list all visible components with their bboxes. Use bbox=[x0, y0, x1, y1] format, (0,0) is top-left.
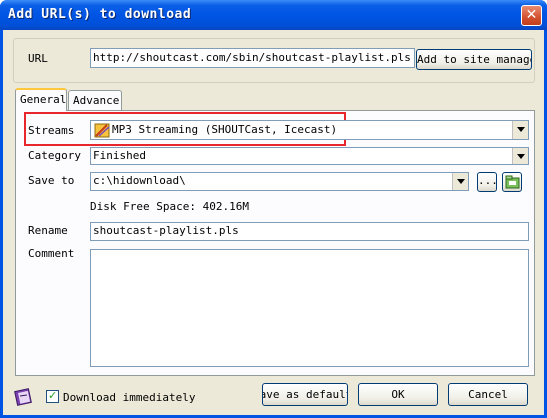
streams-select[interactable]: MP3 Streaming (SHOUTCast, Icecast) bbox=[90, 120, 529, 140]
save-to-select[interactable]: c:\hidownload\ bbox=[90, 172, 469, 191]
close-icon[interactable]: ✕ bbox=[521, 5, 542, 26]
dropdown-arrow-icon[interactable] bbox=[512, 121, 528, 139]
book-icon[interactable] bbox=[14, 387, 34, 407]
window-title: Add URL(s) to download bbox=[8, 7, 192, 22]
url-input[interactable]: http://shoutcast.com/sbin/shoutcast-play… bbox=[90, 48, 415, 68]
category-select[interactable]: Finished bbox=[90, 147, 529, 165]
dialog-body: URL http://shoutcast.com/sbin/shoutcast-… bbox=[3, 30, 544, 415]
ok-button[interactable]: OK bbox=[358, 383, 438, 406]
streams-value: MP3 Streaming (SHOUTCast, Icecast) bbox=[112, 123, 338, 136]
dropdown-arrow-icon[interactable] bbox=[452, 173, 468, 190]
category-value: Finished bbox=[93, 149, 146, 162]
tab-advance[interactable]: Advance bbox=[68, 90, 122, 110]
cancel-button[interactable]: Cancel bbox=[448, 383, 528, 406]
download-immediately-checkbox[interactable] bbox=[46, 389, 59, 403]
open-folder-button[interactable] bbox=[502, 172, 522, 192]
disk-free-space: Disk Free Space: 402.16M bbox=[90, 200, 249, 213]
browse-button[interactable]: ... bbox=[477, 172, 497, 192]
save-as-default-button[interactable]: Save as default bbox=[262, 383, 348, 406]
save-to-label: Save to bbox=[28, 174, 75, 187]
streams-label: Streams bbox=[28, 124, 75, 137]
add-to-site-manager-button[interactable]: Add to site manager bbox=[416, 49, 532, 70]
tab-general[interactable]: General bbox=[15, 88, 67, 111]
rename-value: shoutcast-playlist.pls bbox=[93, 224, 239, 237]
rename-label: Rename bbox=[28, 224, 68, 237]
stream-icon bbox=[94, 123, 110, 138]
url-value: http://shoutcast.com/sbin/shoutcast-play… bbox=[93, 51, 411, 64]
add-url-dialog: Add URL(s) to download ✕ URL http://shou… bbox=[0, 0, 547, 418]
save-to-value: c:\hidownload\ bbox=[93, 174, 186, 187]
title-bar: Add URL(s) to download ✕ bbox=[0, 0, 547, 30]
category-label: Category bbox=[28, 149, 81, 162]
download-immediately-label[interactable]: Download immediately bbox=[63, 391, 195, 404]
comment-textarea[interactable] bbox=[90, 249, 529, 367]
rename-input[interactable]: shoutcast-playlist.pls bbox=[90, 222, 529, 241]
folder-icon bbox=[505, 175, 520, 189]
url-label: URL bbox=[28, 52, 48, 65]
comment-label: Comment bbox=[28, 247, 75, 260]
dropdown-arrow-icon[interactable] bbox=[512, 148, 528, 164]
